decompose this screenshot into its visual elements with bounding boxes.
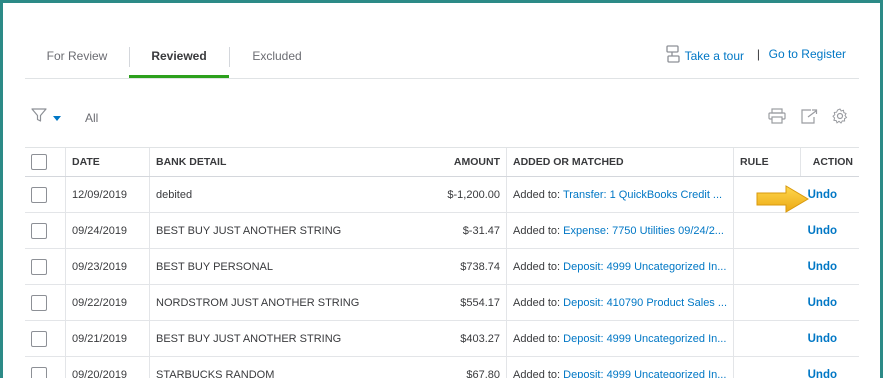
- row-date: 09/24/2019: [65, 212, 150, 249]
- tab-excluded[interactable]: Excluded: [229, 39, 325, 78]
- row-bank-detail: BEST BUY PERSONAL: [149, 248, 424, 285]
- table-row: 09/22/2019 NORDSTROM JUST ANOTHER STRING…: [25, 284, 859, 321]
- row-rule: [733, 284, 801, 321]
- matched-transaction-link[interactable]: Deposit: 4999 Uncategorized In...: [563, 333, 726, 345]
- screen-frame: For Review Reviewed Excluded Take a tour…: [0, 0, 883, 378]
- chevron-down-icon: [53, 109, 61, 127]
- row-added-matched: Added to: Deposit: 4999 Uncategorized In…: [505, 320, 734, 357]
- row-date: 09/21/2019: [65, 320, 150, 357]
- row-date: 09/20/2019: [65, 356, 150, 378]
- filter-dropdown[interactable]: All: [31, 107, 98, 128]
- undo-button[interactable]: Undo: [808, 189, 837, 201]
- tab-reviewed[interactable]: Reviewed: [129, 39, 229, 78]
- go-to-register-link[interactable]: Go to Register: [769, 47, 846, 61]
- print-icon[interactable]: [768, 108, 786, 129]
- undo-button[interactable]: Undo: [808, 333, 837, 345]
- row-bank-detail: STARBUCKS RANDOM: [149, 356, 424, 378]
- header-added-matched: ADDED OR MATCHED: [505, 147, 734, 177]
- header-date[interactable]: DATE: [65, 147, 150, 177]
- link-separator: |: [756, 47, 760, 61]
- row-added-matched: Added to: Deposit: 4999 Uncategorized In…: [505, 356, 734, 378]
- table-tools: [768, 108, 848, 129]
- row-checkbox[interactable]: [31, 222, 47, 239]
- row-action: Undo: [800, 356, 859, 378]
- row-checkbox[interactable]: [31, 330, 47, 347]
- row-bank-detail: BEST BUY JUST ANOTHER STRING: [149, 320, 424, 357]
- filter-icon: [31, 107, 47, 128]
- row-date: 12/09/2019: [65, 176, 150, 213]
- row-amount: $554.17: [424, 284, 507, 321]
- matched-transaction-link[interactable]: Expense: 7750 Utilities 09/24/2...: [563, 225, 724, 237]
- row-amount: $738.74: [424, 248, 507, 285]
- take-tour-label[interactable]: Take a tour: [685, 49, 744, 63]
- matched-transaction-link[interactable]: Deposit: 4999 Uncategorized In...: [563, 369, 726, 378]
- undo-button[interactable]: Undo: [808, 297, 837, 309]
- table-row: 09/20/2019 STARBUCKS RANDOM $67.80 Added…: [25, 356, 859, 378]
- undo-button[interactable]: Undo: [808, 225, 837, 237]
- filter-value: All: [85, 110, 99, 125]
- row-amount: $-1,200.00: [424, 176, 507, 213]
- row-action: Undo: [800, 320, 859, 357]
- row-added-matched: Added to: Transfer: 1 QuickBooks Credit …: [505, 176, 734, 213]
- header-bank-detail[interactable]: BANK DETAIL: [149, 147, 424, 177]
- row-checkbox[interactable]: [31, 186, 47, 203]
- select-all-cell: [25, 147, 66, 177]
- row-checkbox[interactable]: [31, 294, 47, 311]
- select-all-checkbox[interactable]: [31, 154, 47, 170]
- transactions-table: DATE BANK DETAIL AMOUNT ADDED OR MATCHED…: [25, 147, 859, 378]
- row-action: Undo: [800, 248, 859, 285]
- tab-for-review[interactable]: For Review: [25, 39, 129, 78]
- frame-top-border: [0, 0, 883, 3]
- row-date: 09/23/2019: [65, 248, 150, 285]
- added-to-label: Added to:: [513, 332, 561, 345]
- added-to-label: Added to:: [513, 260, 561, 273]
- added-to-label: Added to:: [513, 188, 561, 201]
- row-action: Undo: [800, 284, 859, 321]
- row-bank-detail: BEST BUY JUST ANOTHER STRING: [149, 212, 424, 249]
- row-amount: $-31.47: [424, 212, 507, 249]
- undo-button[interactable]: Undo: [808, 261, 837, 273]
- header-rule: RULE: [733, 147, 801, 177]
- header-amount[interactable]: AMOUNT: [424, 147, 507, 177]
- table-row: 09/23/2019 BEST BUY PERSONAL $738.74 Add…: [25, 248, 859, 285]
- header-action: ACTION: [800, 147, 859, 177]
- table-header-row: DATE BANK DETAIL AMOUNT ADDED OR MATCHED…: [25, 147, 859, 177]
- arrow-pointer-icon: [756, 185, 810, 218]
- added-to-label: Added to:: [513, 296, 561, 309]
- row-checkbox[interactable]: [31, 366, 47, 378]
- matched-transaction-link[interactable]: Deposit: 4999 Uncategorized In...: [563, 261, 726, 273]
- added-to-label: Added to:: [513, 368, 561, 378]
- row-added-matched: Added to: Deposit: 410790 Product Sales …: [505, 284, 734, 321]
- added-to-label: Added to:: [513, 224, 561, 237]
- row-checkbox[interactable]: [31, 258, 47, 275]
- table-row: 09/21/2019 BEST BUY JUST ANOTHER STRING …: [25, 320, 859, 357]
- row-amount: $403.27: [424, 320, 507, 357]
- table-row: 12/09/2019 debited $-1,200.00 Added to: …: [25, 176, 859, 213]
- table-row: 09/24/2019 BEST BUY JUST ANOTHER STRING …: [25, 212, 859, 249]
- matched-transaction-link[interactable]: Transfer: 1 QuickBooks Credit ...: [563, 189, 722, 201]
- matched-transaction-link[interactable]: Deposit: 410790 Product Sales ...: [563, 297, 727, 309]
- row-bank-detail: NORDSTROM JUST ANOTHER STRING: [149, 284, 424, 321]
- row-added-matched: Added to: Expense: 7750 Utilities 09/24/…: [505, 212, 734, 249]
- row-date: 09/22/2019: [65, 284, 150, 321]
- row-bank-detail: debited: [149, 176, 424, 213]
- row-rule: [733, 356, 801, 378]
- take-tour-link[interactable]: Take a tour: [665, 45, 744, 66]
- undo-button[interactable]: Undo: [808, 369, 837, 378]
- tour-icon: [665, 45, 681, 66]
- row-rule: [733, 320, 801, 357]
- row-amount: $67.80: [424, 356, 507, 378]
- row-added-matched: Added to: Deposit: 4999 Uncategorized In…: [505, 248, 734, 285]
- export-icon[interactable]: [800, 108, 818, 129]
- gear-icon[interactable]: [832, 108, 848, 129]
- row-rule: [733, 248, 801, 285]
